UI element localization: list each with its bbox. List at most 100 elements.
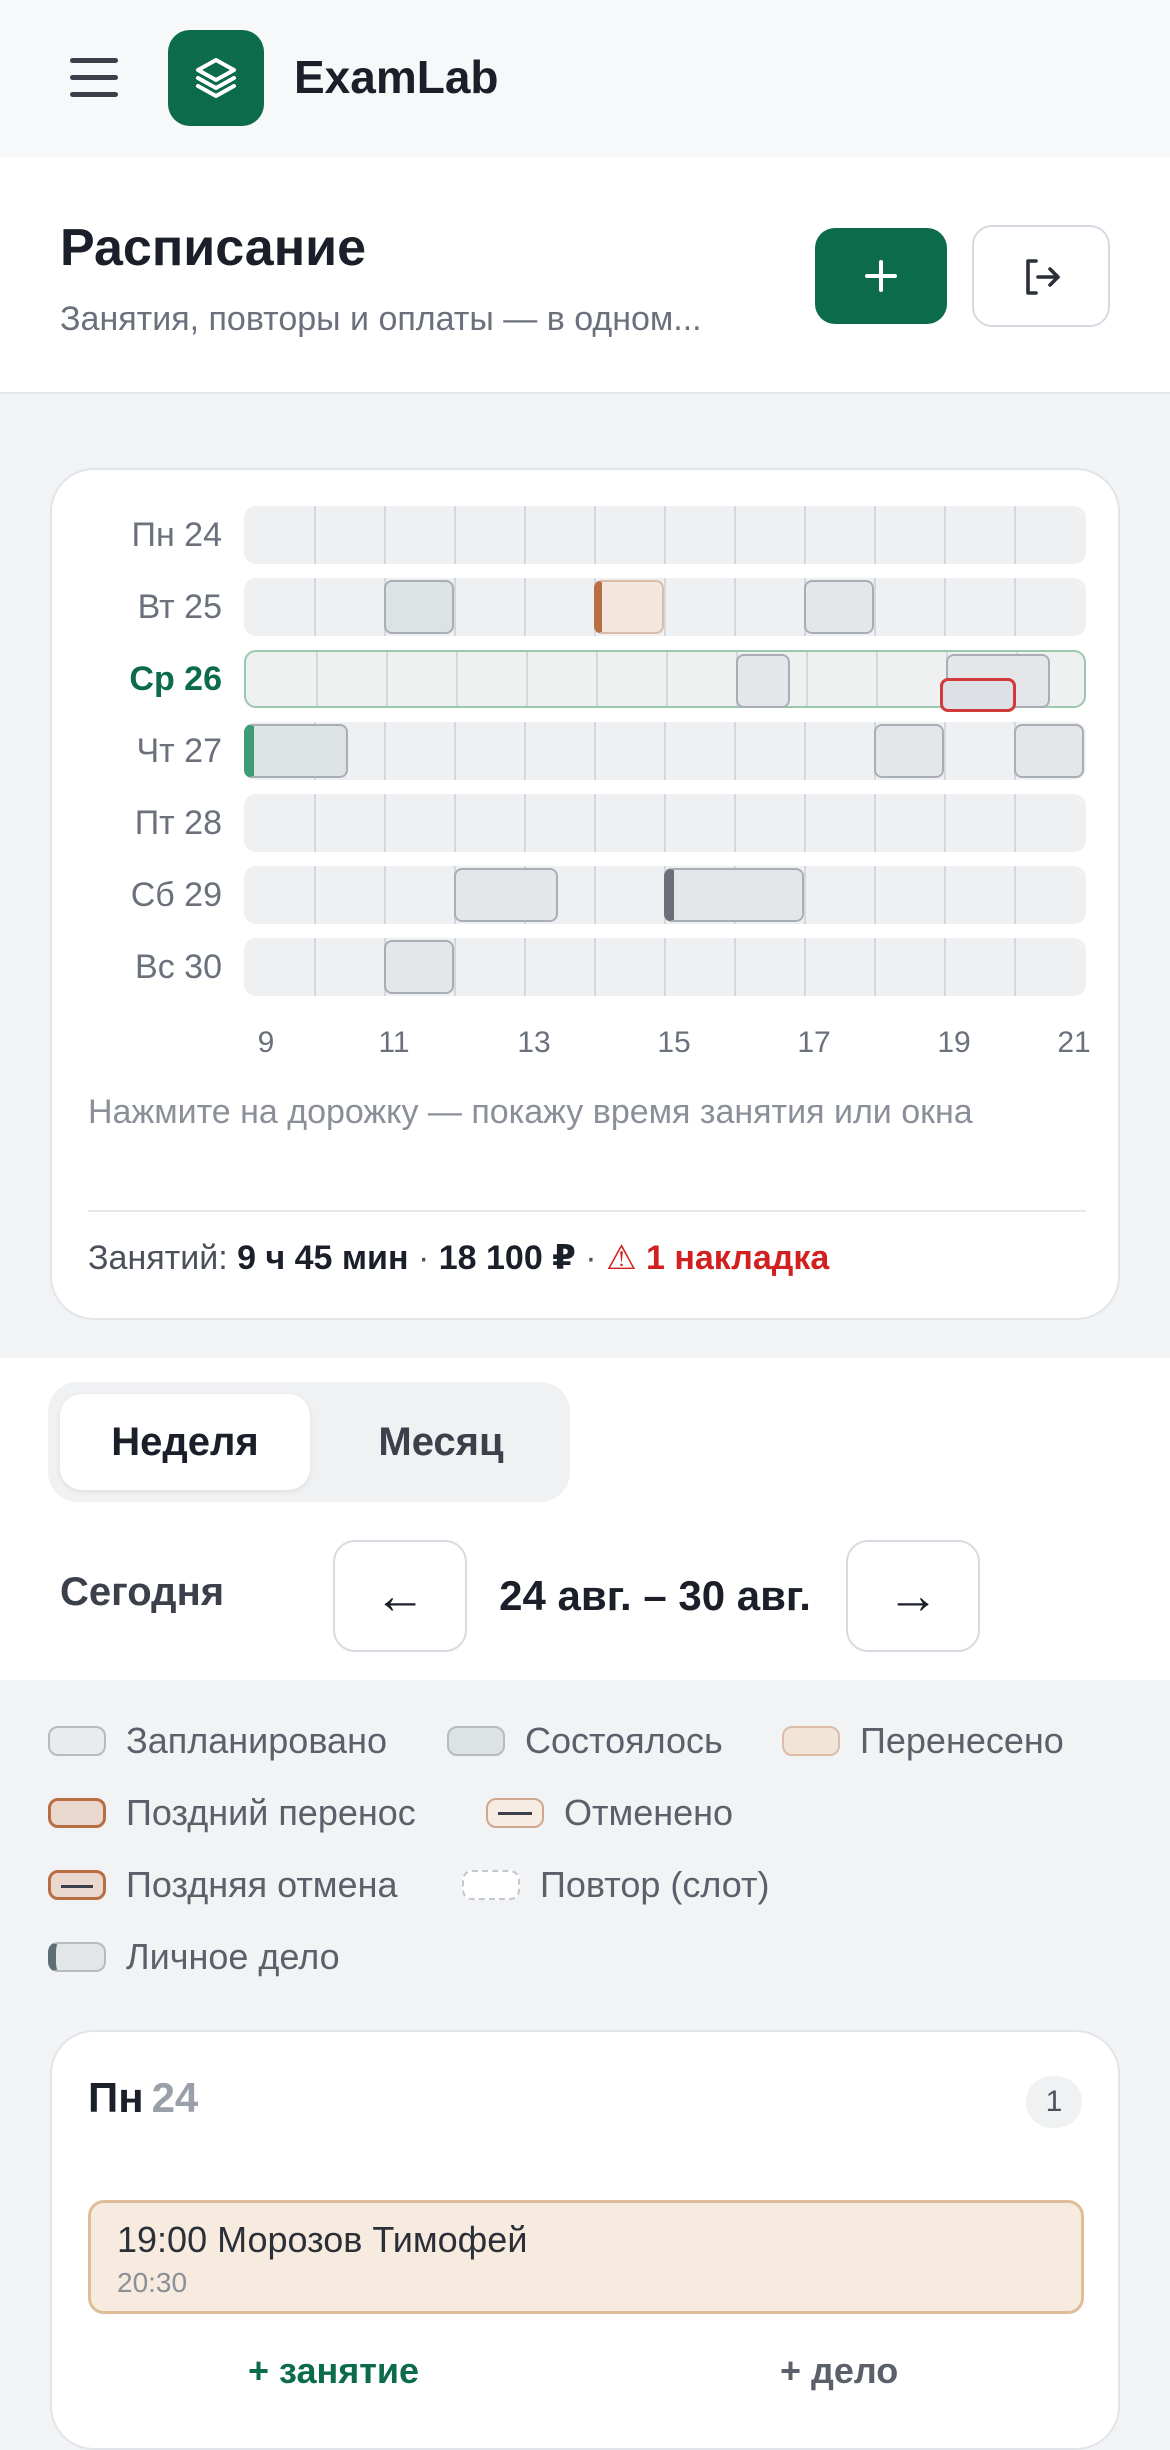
day-card: Пн 24 1 19:00 Морозов Тимофей 20:30 + зан… [50, 2030, 1120, 2450]
hour-gridline [944, 722, 946, 780]
day-lane[interactable] [244, 866, 1086, 924]
hour-gridline [596, 652, 598, 706]
hour-gridline [454, 794, 456, 852]
next-week-button[interactable]: → [846, 1540, 980, 1652]
hour-gridline [734, 794, 736, 852]
hour-gridline [1014, 794, 1016, 852]
hour-gridline [314, 506, 316, 564]
plus-icon [865, 260, 897, 292]
hour-gridline [384, 722, 386, 780]
hour-gridline [874, 866, 876, 924]
divider [88, 1210, 1086, 1212]
hour-gridline [526, 652, 528, 706]
day-lane[interactable] [244, 578, 1086, 636]
hour-gridline [314, 578, 316, 636]
timeline-block[interactable] [454, 868, 558, 922]
day-date: 24 [151, 2074, 199, 2121]
lesson-item[interactable]: 19:00 Морозов Тимофей 20:30 [88, 2200, 1084, 2314]
day-lane[interactable] [244, 506, 1086, 564]
legend-late-move: Поздний перенос [48, 1792, 416, 1834]
hour-gridline [734, 938, 736, 996]
overlap-marker[interactable] [940, 678, 1016, 712]
hour-gridline [594, 938, 596, 996]
hour-gridline [806, 652, 808, 706]
page-subtitle: Занятия, повторы и оплаты — в одном... [60, 300, 702, 338]
hour-gridline [944, 938, 946, 996]
add-task-link[interactable]: + дело [780, 2350, 898, 2392]
hour-gridline [734, 722, 736, 780]
hour-gridline [804, 866, 806, 924]
hour-gridline [454, 578, 456, 636]
day-label: Пн 24 [131, 516, 222, 554]
legend-personal: Личное дело [48, 1936, 340, 1978]
timeline-block[interactable] [664, 868, 804, 922]
day-label: Сб 29 [130, 876, 222, 914]
hour-gridline [944, 578, 946, 636]
timeline-block[interactable] [874, 724, 944, 778]
page-title: Расписание [60, 219, 366, 277]
legend-moved: Перенесено [782, 1720, 1064, 1762]
day-label: Чт 27 [136, 732, 223, 770]
hour-gridline [386, 652, 388, 706]
hour-gridline [804, 794, 806, 852]
menu-icon[interactable] [66, 58, 124, 98]
hour-gridline [314, 938, 316, 996]
hour-gridline [594, 722, 596, 780]
day-lane[interactable] [244, 722, 1086, 780]
hour-gridline [384, 866, 386, 924]
day-lane[interactable] [244, 938, 1086, 996]
add-button[interactable] [815, 228, 947, 324]
hour-gridline [944, 506, 946, 564]
day-label: Пт 28 [134, 804, 222, 842]
tab-month[interactable]: Месяц [324, 1394, 558, 1490]
timeline-block[interactable] [804, 580, 874, 634]
timeline-block[interactable] [1014, 724, 1084, 778]
hour-gridline [1014, 866, 1016, 924]
week-summary: Занятий: 9 ч 45 мин · 18 100 ₽ · ⚠ 1 нак… [88, 1238, 829, 1278]
hour-gridline [734, 578, 736, 636]
hour-gridline [666, 652, 668, 706]
hour-gridline [664, 506, 666, 564]
add-lesson-link[interactable]: + занятие [248, 2350, 419, 2392]
hour-gridline [454, 938, 456, 996]
logout-button[interactable] [972, 225, 1110, 327]
hour-gridline [874, 578, 876, 636]
hour-gridline [664, 794, 666, 852]
hour-gridline [314, 866, 316, 924]
timeline-block[interactable] [384, 580, 454, 634]
today-button[interactable]: Сегодня [60, 1542, 224, 1642]
page-header: Расписание Занятия, повторы и оплаты — в… [0, 158, 1170, 394]
timeline-block[interactable] [384, 940, 454, 994]
timeline-block[interactable] [736, 654, 790, 708]
schedule-controls: Неделя Месяц Сегодня ← 24 авг. – 30 авг.… [0, 1358, 1170, 1680]
hour-gridline [944, 794, 946, 852]
top-bar: ExamLab [0, 0, 1170, 158]
lesson-count-badge: 1 [1026, 2076, 1082, 2128]
hour-gridline [384, 794, 386, 852]
hour-gridline [524, 938, 526, 996]
app-logo-icon [168, 30, 264, 126]
overlap-warning[interactable]: ⚠ 1 накладка [606, 1239, 829, 1277]
timeline-block[interactable] [594, 580, 664, 634]
summary-prefix: Занятий: [88, 1239, 228, 1277]
day-lane[interactable] [244, 650, 1086, 712]
hour-gridline [314, 794, 316, 852]
day-label: Вт 25 [137, 588, 222, 626]
hour-gridline [874, 938, 876, 996]
hour-gridline [594, 506, 596, 564]
hour-gridline [944, 866, 946, 924]
hour-gridline [1014, 578, 1016, 636]
hour-tick: 17 [797, 1026, 831, 1059]
lesson-end-time: 20:30 [117, 2267, 188, 2298]
hour-gridline [594, 866, 596, 924]
timeline-block[interactable] [244, 724, 348, 778]
week-overview-card: Пн 24 Вт 25 Ср 26 Чт 27 Пт 28 Сб 29 Вс 30 9 11… [50, 468, 1120, 1320]
summary-separator: · [585, 1239, 597, 1277]
summary-hours: 9 ч 45 мин [237, 1239, 409, 1277]
day-lane[interactable] [244, 794, 1086, 852]
prev-week-button[interactable]: ← [333, 1540, 467, 1652]
hour-gridline [734, 506, 736, 564]
hour-gridline [524, 506, 526, 564]
tab-week[interactable]: Неделя [60, 1394, 310, 1490]
app-name: ExamLab [294, 51, 499, 103]
